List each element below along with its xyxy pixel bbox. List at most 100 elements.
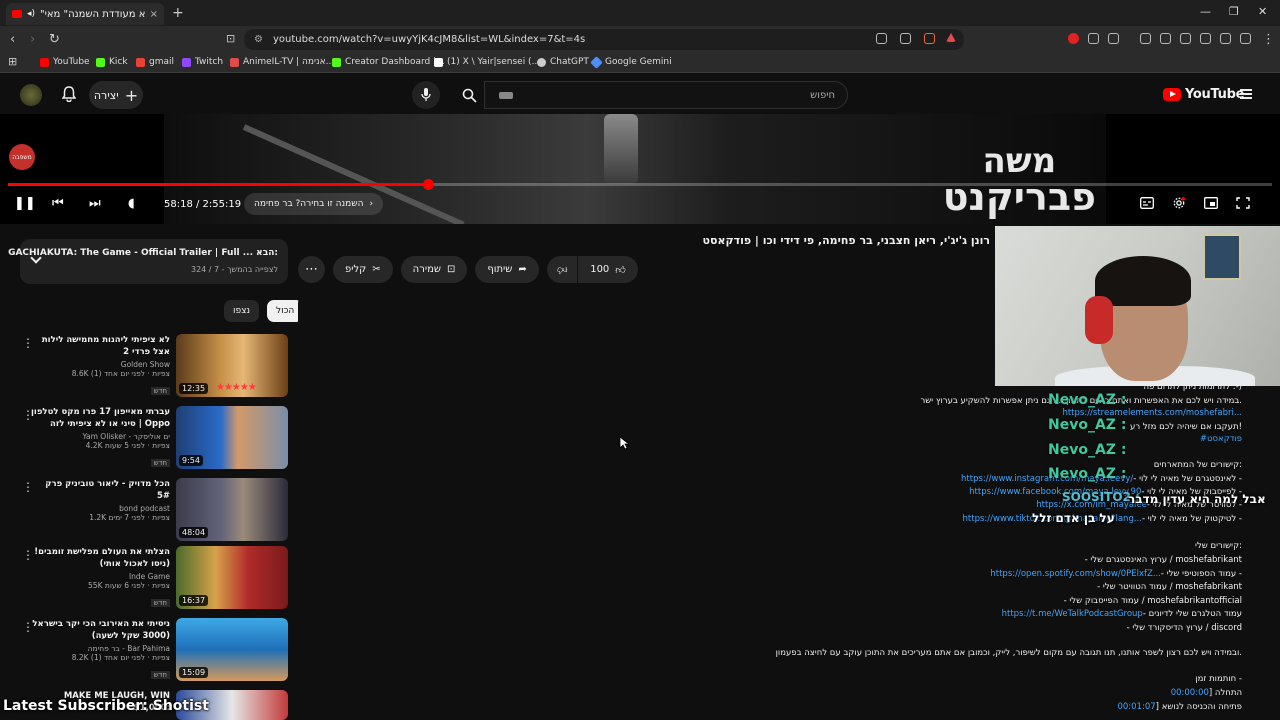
- like-button[interactable]: 100 👍︎: [578, 256, 638, 283]
- bookmark-icon[interactable]: ⊡: [226, 32, 235, 45]
- bookmark-gmail[interactable]: gmail: [136, 57, 174, 67]
- channel-badge[interactable]: משפבה: [9, 144, 35, 170]
- back-icon[interactable]: ‹: [10, 32, 15, 47]
- apps-icon[interactable]: ⊞: [8, 55, 17, 68]
- settings-gear-icon[interactable]: [1172, 197, 1186, 209]
- bookmark-label: AnimeIL-TV | אנימה...: [243, 57, 335, 67]
- thumbnail[interactable]: 16:37: [176, 546, 288, 609]
- browser-tabbar: ◂) "אני לא מעודדת השמנה" מאי × + — ❐ ✕: [0, 0, 1280, 26]
- clip-button[interactable]: קליפ ✂: [333, 256, 393, 283]
- bookmark-chatgpt[interactable]: ChatGPT: [537, 57, 589, 67]
- share-button[interactable]: שיתוף ➦: [475, 256, 539, 283]
- bookmark-x[interactable]: (1) X \ Yair|sensei (...: [434, 57, 540, 67]
- youtube-logo[interactable]: YouTube: [1163, 87, 1244, 102]
- site-info-icon[interactable]: ⚙: [254, 34, 263, 45]
- minimize-icon[interactable]: —: [1200, 5, 1211, 18]
- logo-text: YouTube: [1185, 87, 1245, 102]
- list-item[interactable]: ⋮ הצלתי את העולם מפלישת זומבים! (ניסו לא…: [16, 546, 288, 612]
- item-title: עברתי מאייפון 17 פרו מקס לטלפון סיני או …: [31, 407, 170, 429]
- progress-bar[interactable]: [8, 179, 1272, 190]
- microphone-image: [604, 114, 638, 184]
- sidebar-icon[interactable]: [1180, 33, 1191, 44]
- thumbnail[interactable]: 48:04: [176, 478, 288, 541]
- wallet-icon[interactable]: [1200, 33, 1211, 44]
- translate-icon[interactable]: [1108, 33, 1119, 44]
- chapter-button[interactable]: השמנה זו בחירה? בר פחימה ›: [244, 193, 384, 215]
- close-window-icon[interactable]: ✕: [1258, 5, 1267, 18]
- restore-icon[interactable]: ❐: [1229, 5, 1239, 18]
- create-button[interactable]: יצירה +: [89, 81, 143, 109]
- screen-icon[interactable]: [876, 33, 887, 44]
- rewards-icon[interactable]: [946, 33, 956, 42]
- record-icon[interactable]: [1068, 33, 1079, 44]
- description-link[interactable]: https://open.spotify.com/show/0PElxfZ...: [990, 569, 1161, 579]
- bookmark-creator-dashboard[interactable]: Creator Dashboard |...: [332, 57, 445, 67]
- download-icon[interactable]: [1140, 33, 1151, 44]
- description-link[interactable]: #פודקאסט: [1200, 434, 1242, 444]
- new-badge: חדש: [150, 671, 170, 679]
- voice-search-button[interactable]: [412, 81, 440, 109]
- bookmark-kick[interactable]: Kick: [96, 57, 128, 67]
- leo-icon[interactable]: [1220, 33, 1231, 44]
- description-text: ] התחלה: [1208, 688, 1242, 698]
- list-item[interactable]: ⋮ לא ציפיתי ליהנות מחמישה לילות אצל פרדי…: [16, 334, 288, 400]
- miniplayer-icon[interactable]: [1204, 197, 1218, 209]
- chip-watched[interactable]: נצפו: [224, 300, 260, 322]
- extensions-icon[interactable]: [1088, 33, 1099, 44]
- thumbnail[interactable]: ★★★★★ 12:35: [176, 334, 288, 397]
- next-icon[interactable]: ⏭: [89, 196, 101, 211]
- duration-badge: 12:35: [179, 383, 209, 394]
- menu-icon[interactable]: ⋮: [1262, 32, 1275, 47]
- guide-menu-icon[interactable]: [1240, 89, 1252, 99]
- gemini-icon: [590, 55, 603, 69]
- volume-icon[interactable]: ◖: [128, 196, 135, 211]
- list-item[interactable]: ⋮ עברתי מאייפון 17 פרו מקס לטלפון סיני א…: [16, 406, 288, 472]
- reload-icon[interactable]: ↻: [49, 32, 60, 47]
- bookmark-twitch[interactable]: Twitch: [182, 57, 223, 67]
- notifications-bell-icon[interactable]: [62, 86, 76, 102]
- search-input[interactable]: חיפוש: [484, 81, 848, 109]
- bookmark-animeil[interactable]: AnimeIL-TV | אנימה...: [230, 57, 334, 67]
- music-icon[interactable]: [1160, 33, 1171, 44]
- bookmark-youtube[interactable]: YouTube: [40, 57, 90, 67]
- vpn-icon[interactable]: [1240, 33, 1251, 44]
- filter-chips: נצפו הכול: [224, 300, 304, 322]
- description-link[interactable]: https://t.me/WeTalkPodcastGroup: [1002, 609, 1143, 619]
- keyboard-icon[interactable]: [499, 92, 513, 99]
- description-line: https://open.spotify.com/show/0PElxfZ...…: [990, 569, 1242, 579]
- share-icon[interactable]: [900, 33, 911, 44]
- subtitles-icon[interactable]: [1140, 197, 1154, 209]
- description-link[interactable]: 00:01:07: [1117, 702, 1155, 712]
- account-avatar[interactable]: [20, 84, 42, 106]
- new-badge: חדש: [150, 459, 170, 467]
- dislike-button[interactable]: 👍︎: [546, 256, 578, 283]
- search-button[interactable]: [454, 81, 484, 109]
- new-tab-icon[interactable]: +: [172, 5, 184, 21]
- bookmark-label: Google Gemini: [605, 57, 672, 67]
- thumbnail[interactable]: 9:54: [176, 406, 288, 469]
- duration-badge: 16:37: [179, 595, 209, 606]
- fullscreen-icon[interactable]: [1236, 197, 1250, 209]
- list-item[interactable]: ⋮ הכל מדויק - ליאור טוביניק פרק 5# bond …: [16, 478, 288, 544]
- x-icon: [434, 57, 443, 67]
- thumbnail[interactable]: 15:09: [176, 618, 288, 681]
- more-actions-button[interactable]: ⋯: [298, 256, 325, 283]
- save-button[interactable]: שמירה ⊡: [400, 256, 468, 283]
- url-bar[interactable]: ⚙ youtube.com/watch?v=uwyYjK4cJM8&list=W…: [244, 29, 964, 50]
- list-item[interactable]: ⋮ ניסיתי את האירובי הכי יקר בישראל (3000…: [16, 618, 288, 684]
- description-line: - עמוד הפייסבוק שלי / moshefabrikantoffi…: [1064, 596, 1242, 606]
- playlist-header[interactable]: GACHIAKUTA: The Game - Official Trailer …: [8, 239, 288, 284]
- previous-icon[interactable]: ⏮: [52, 196, 64, 211]
- description-link[interactable]: 00:00:00: [1171, 688, 1209, 698]
- item-title: הכל מדויק - ליאור טוביניק פרק 5#: [45, 479, 170, 501]
- browser-tab[interactable]: ◂) "אני לא מעודדת השמנה" מאי ×: [6, 3, 164, 25]
- pause-icon[interactable]: ❚❚: [14, 196, 36, 211]
- bookmark-gemini[interactable]: Google Gemini: [590, 55, 672, 69]
- browser-toolbar: ‹ › ↻ ⊡ ⚙ youtube.com/watch?v=uwyYjK4cJM…: [0, 26, 1280, 53]
- brave-shield-icon[interactable]: [924, 33, 935, 44]
- progress-scrubber[interactable]: [422, 179, 434, 190]
- speaker-icon[interactable]: ◂): [27, 9, 35, 19]
- forward-icon[interactable]: ›: [30, 32, 35, 47]
- close-tab-icon[interactable]: ×: [150, 9, 158, 20]
- video-player[interactable]: משה פבריקנט משפבה ❚❚ ⏮ ⏭ ◖ 58:18 / 2:55:…: [0, 114, 1280, 224]
